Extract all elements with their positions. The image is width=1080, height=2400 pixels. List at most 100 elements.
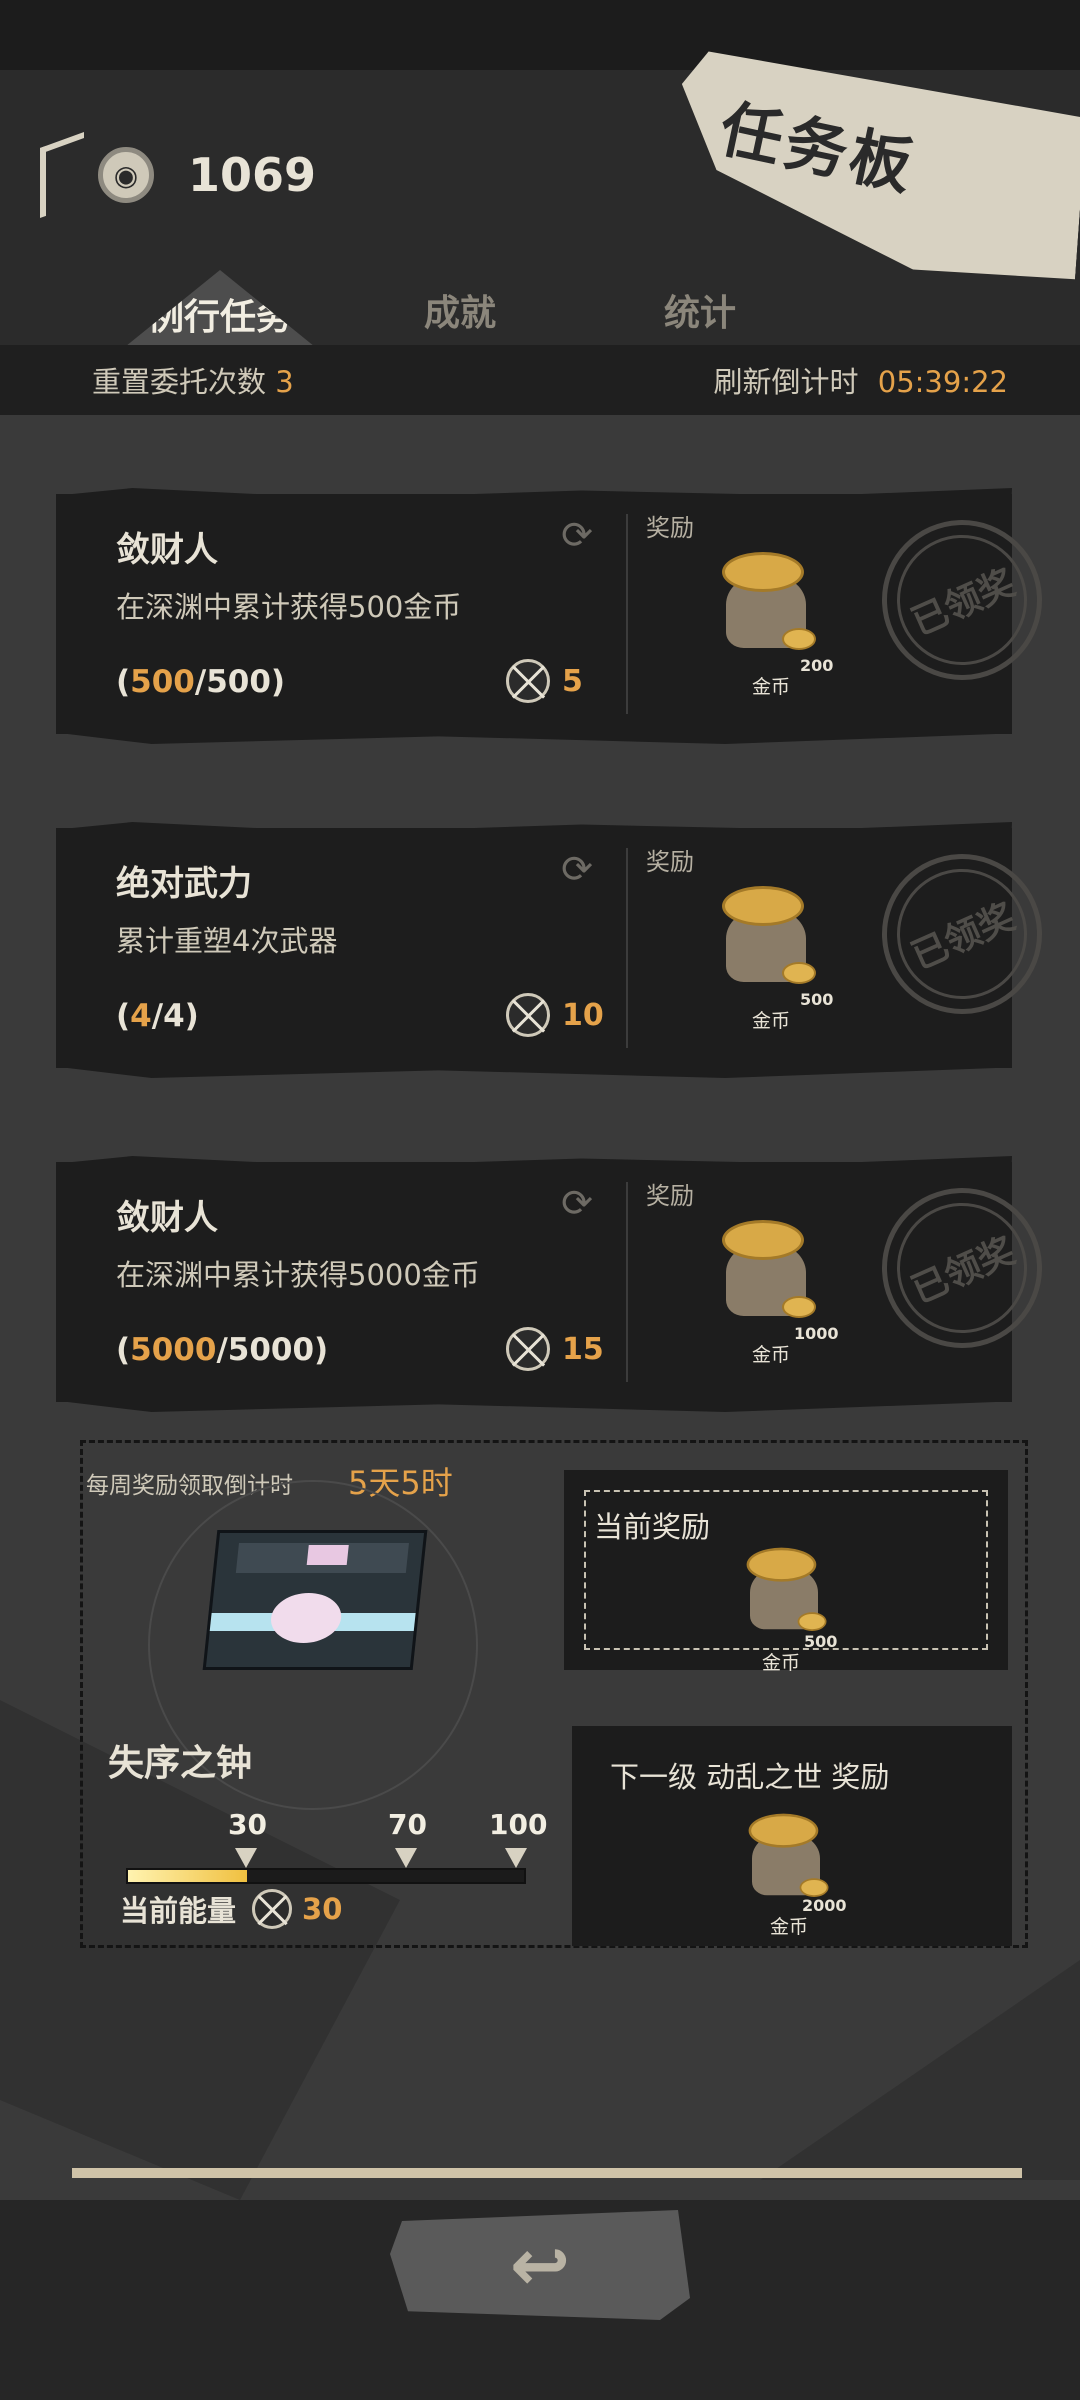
- energy-value: 30: [302, 1892, 343, 1926]
- tab-bar: 例行任务 成就 统计: [0, 270, 800, 350]
- reward-name: 金币: [762, 1652, 801, 1674]
- bracket-decoration: [40, 131, 84, 219]
- points-value: 10: [562, 997, 604, 1033]
- reward-name: 金币: [752, 676, 791, 698]
- reward-chest-icon[interactable]: [202, 1530, 428, 1670]
- task-name: 敛财人: [116, 1198, 218, 1238]
- progress-current: 500: [130, 664, 195, 700]
- threshold-marker: [395, 1848, 417, 1868]
- reward-amount: 500: [800, 990, 834, 1009]
- back-button[interactable]: ↩: [390, 2210, 690, 2320]
- current-reward-box: 当前奖励 500 金币: [564, 1470, 1008, 1674]
- threshold-label: 100: [489, 1808, 548, 1841]
- progress-open: (: [116, 664, 131, 700]
- progress-total: /4): [151, 998, 199, 1034]
- task-points: 5: [506, 659, 583, 703]
- gold-bag-icon: [742, 1544, 827, 1638]
- tab-routine-tasks[interactable]: 例行任务: [121, 270, 319, 350]
- task-card: 敛财人 在深渊中累计获得5000金币 (5000/5000) ⟳ 15 奖励 1…: [56, 1162, 1068, 1402]
- stamp-text: 已领奖: [876, 1182, 1048, 1354]
- stamp-text: 已领奖: [876, 514, 1048, 686]
- refresh-task-icon[interactable]: ⟳: [556, 514, 598, 556]
- refresh-countdown: 刷新倒计时 05:39:22: [714, 359, 1008, 401]
- reset-count-value: 3: [275, 365, 294, 399]
- weekly-item-name: 失序之钟: [108, 1743, 253, 1784]
- energy-progress-fill: [128, 1870, 247, 1882]
- back-arrow-icon: ↩: [509, 2223, 571, 2307]
- tab-label: 统计: [663, 293, 736, 334]
- reward-label: 奖励: [646, 514, 694, 542]
- currency-display: ◉ 1069: [40, 131, 317, 219]
- task-description: 在深渊中累计获得500金币: [116, 590, 462, 624]
- background-shard: [760, 1960, 1080, 2180]
- reward-label: 奖励: [646, 1182, 694, 1210]
- reward-name: 金币: [752, 1010, 791, 1032]
- task-name: 绝对武力: [116, 864, 252, 904]
- progress-open: (: [116, 1332, 131, 1368]
- gold-bag-icon: [744, 1810, 829, 1904]
- reset-label: 重置委托次数: [92, 365, 267, 399]
- progress-total: /5000): [216, 1332, 329, 1368]
- reset-count: 重置委托次数 3: [92, 359, 294, 401]
- reset-info-bar: 重置委托次数 3 刷新倒计时 05:39:22: [0, 345, 1080, 415]
- task-card: 敛财人 在深渊中累计获得500金币 (500/500) ⟳ 5 奖励 200 金…: [56, 494, 1068, 734]
- points-value: 5: [562, 663, 583, 699]
- current-energy: 当前能量 30: [120, 1888, 342, 1930]
- task-description: 累计重塑4次武器: [116, 924, 338, 958]
- energy-icon: [252, 1889, 293, 1929]
- eye-coin-icon: ◉: [98, 147, 154, 203]
- bottom-divider: [72, 2168, 1022, 2178]
- reward-amount: 2000: [802, 1896, 847, 1915]
- task-points: 15: [506, 1327, 604, 1371]
- gold-bag-icon: [716, 548, 816, 658]
- reward-label: 奖励: [646, 848, 694, 876]
- tab-label: 例行任务: [147, 297, 292, 338]
- energy-icon: [506, 1327, 550, 1371]
- progress-current: 5000: [130, 1332, 217, 1368]
- current-reward-label: 当前奖励: [594, 1510, 711, 1544]
- claimed-stamp: 已领奖: [856, 1162, 1068, 1374]
- threshold-label: 30: [228, 1808, 267, 1841]
- refresh-time: 05:39:22: [877, 365, 1008, 399]
- task-card: 绝对武力 累计重塑4次武器 (4/4) ⟳ 10 奖励 500 金币 已领奖: [56, 828, 1068, 1068]
- next-reward-box: 下一级 动乱之世 奖励 2000 金币: [572, 1726, 1012, 1946]
- top-bar: [0, 0, 1080, 70]
- energy-progress-bar: [126, 1868, 526, 1884]
- threshold-label: 70: [388, 1808, 427, 1841]
- reward-amount: 200: [800, 656, 834, 675]
- card-divider: [626, 848, 628, 1048]
- task-description: 在深渊中累计获得5000金币: [116, 1258, 480, 1292]
- stamp-text: 已领奖: [876, 848, 1048, 1020]
- card-divider: [626, 1182, 628, 1382]
- gold-bag-icon: [716, 1216, 816, 1326]
- reward-amount: 500: [804, 1632, 838, 1651]
- reward-amount: 1000: [794, 1324, 839, 1343]
- next-reward-label: 下一级 动乱之世 奖励: [610, 1760, 890, 1794]
- threshold-marker: [505, 1848, 527, 1868]
- tab-label: 成就: [423, 293, 496, 334]
- threshold-marker: [235, 1848, 257, 1868]
- task-progress: (4/4): [116, 998, 199, 1034]
- task-progress: (500/500): [116, 664, 285, 700]
- progress-current: 4: [130, 998, 152, 1034]
- progress-total: /500): [194, 664, 286, 700]
- gold-bag-icon: [716, 882, 816, 992]
- refresh-label: 刷新倒计时: [713, 365, 859, 399]
- reward-name: 金币: [752, 1344, 791, 1366]
- tab-achievements[interactable]: 成就: [330, 270, 590, 350]
- task-points: 10: [506, 993, 604, 1037]
- task-name: 敛财人: [116, 530, 218, 570]
- refresh-task-icon[interactable]: ⟳: [556, 1182, 598, 1224]
- task-progress: (5000/5000): [116, 1332, 328, 1368]
- energy-icon: [506, 659, 550, 703]
- card-divider: [626, 514, 628, 714]
- energy-icon: [506, 993, 550, 1037]
- refresh-task-icon[interactable]: ⟳: [556, 848, 598, 890]
- claimed-stamp: 已领奖: [856, 494, 1068, 706]
- energy-label: 当前能量: [120, 1894, 237, 1928]
- currency-value: 1069: [188, 148, 317, 202]
- claimed-stamp: 已领奖: [856, 828, 1068, 1040]
- tab-statistics[interactable]: 统计: [570, 270, 830, 350]
- reward-name: 金币: [770, 1916, 809, 1938]
- points-value: 15: [562, 1331, 604, 1367]
